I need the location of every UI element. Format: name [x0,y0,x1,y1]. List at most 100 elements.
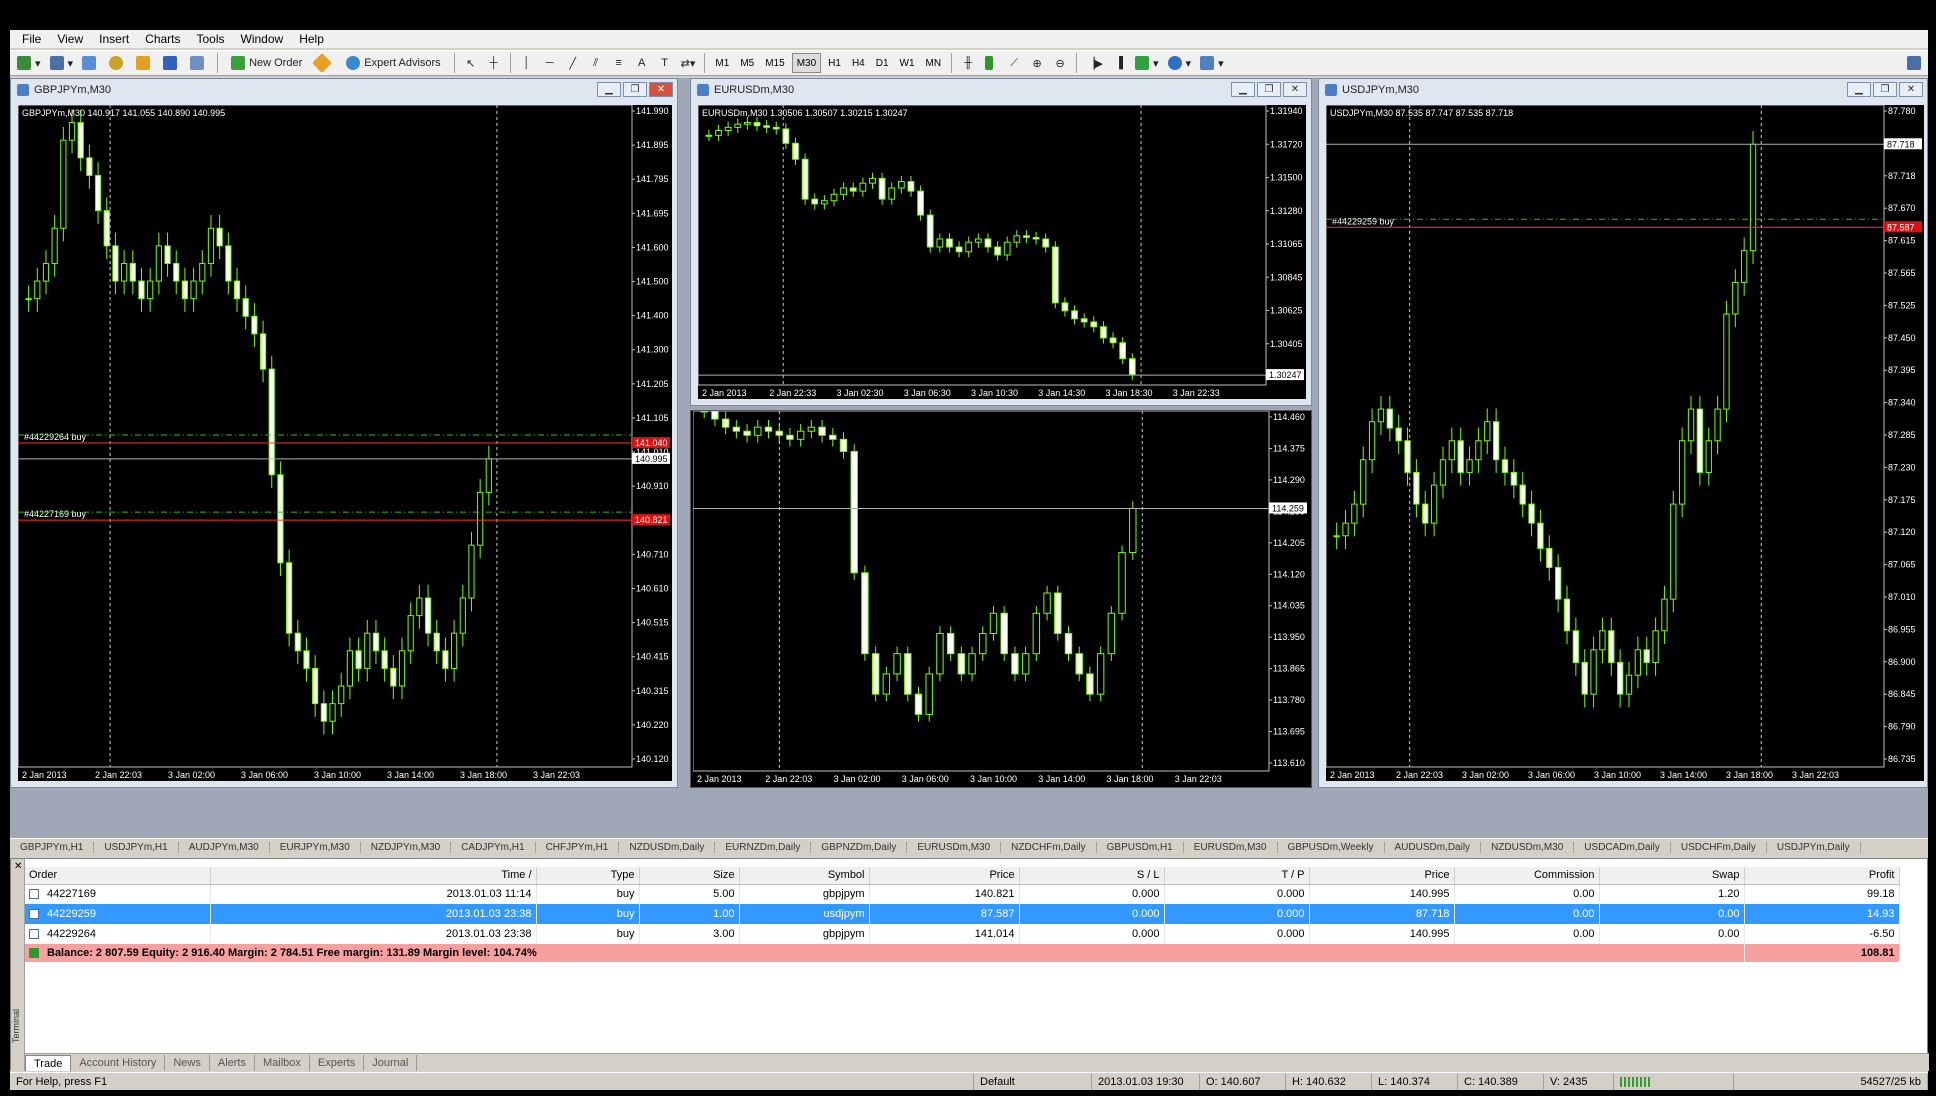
connection-status[interactable] [1614,1073,1734,1090]
chart-tab[interactable]: NZDUSDm,M30 [1481,842,1575,853]
col-order[interactable]: Order [25,867,211,885]
line-chart-icon[interactable]: ⟋ [1004,53,1024,73]
navigator-icon[interactable] [106,53,130,73]
tab-account-history[interactable]: Account History [71,1055,166,1071]
chart-window-usdjpy[interactable]: USDJPYm,M30 ▁❐✕ 87.78087.74087.71887.670… [1318,78,1928,788]
col-type[interactable]: Type [536,867,640,885]
chart-window-gbpjpy[interactable]: GBPJPYm,M30 ▁ ❐ ✕ 141.990 141.895 141.795 141… [10,78,678,788]
col-profit[interactable]: Profit [1744,867,1900,885]
col-current-price[interactable]: Price [1309,867,1455,885]
chart-tab[interactable]: CADJPYm,H1 [451,842,536,853]
chart-area-gbpjpy[interactable]: 141.990 141.895 141.795 141.695 141.600 141.5… [18,105,672,781]
chart-tab[interactable]: EURUSDm,M30 [907,842,1002,853]
tab-experts[interactable]: Experts [310,1055,365,1071]
close-button[interactable]: ✕ [1899,82,1923,97]
profiles-icon[interactable]: ▾ [47,53,77,73]
terminal-icon[interactable] [160,53,184,73]
tf-d1[interactable]: D1 [872,53,893,73]
restore-button[interactable]: ❐ [1873,82,1897,97]
close-terminal-icon[interactable]: ✕ [14,861,22,872]
templates-icon[interactable]: ▾ [1197,53,1227,73]
chart-tab[interactable]: USDJPYm,H1 [94,842,179,853]
data-window-icon[interactable] [133,53,157,73]
chart-tab[interactable]: NZDCHFm,Daily [1001,842,1097,853]
close-button[interactable]: ✕ [1283,82,1307,97]
table-row[interactable]: 44229259 2013.01.03 23:38 buy 1.00 usdjpym 87… [25,904,1900,924]
tf-mn[interactable]: MN [922,53,946,73]
chart-window-eurusd[interactable]: EURUSDm,M30 ▁ ❐ ✕ 1.31940 1.31720 1.31500 1.3… [690,78,1312,406]
tf-w1[interactable]: W1 [896,53,919,73]
col-tp[interactable]: T / P [1164,867,1310,885]
col-size[interactable]: Size [639,867,740,885]
tab-news[interactable]: News [165,1055,210,1071]
experts-toggle-icon[interactable] [312,53,336,73]
vertical-line-icon[interactable]: │ [517,53,537,73]
chart-area-usdjpy[interactable]: 87.78087.74087.71887.67087.61587.56587.5… [1326,105,1924,781]
col-symbol[interactable]: Symbol [739,867,870,885]
tf-h1[interactable]: H1 [824,53,845,73]
tab-journal[interactable]: Journal [364,1055,418,1071]
chart-tab[interactable]: EURNZDm,Daily [715,842,812,853]
menu-file[interactable]: File [14,32,49,46]
fibonacci-icon[interactable]: ≡ [609,53,629,73]
chart-tab[interactable]: GBPUSDm,Weekly [1278,842,1385,853]
strategy-tester-icon[interactable] [187,53,211,73]
restore-button[interactable]: ❐ [623,82,647,97]
menu-charts[interactable]: Charts [137,32,188,46]
chart-tab[interactable]: AUDJPYm,M30 [179,842,270,853]
minimize-button[interactable]: ▁ [597,82,621,97]
chart-area-background[interactable]: 114.460 114.375 114.290 114.259 114.205 114.1… [693,411,1309,785]
trendline-icon[interactable]: ╱ [563,53,583,73]
tf-m30[interactable]: M30 [791,53,822,73]
indicators-icon[interactable]: ▾ [1132,53,1162,73]
tf-m15[interactable]: M15 [761,53,788,73]
text-tool-icon[interactable]: A [632,53,652,73]
chart-tab[interactable]: EURJPYm,M30 [270,842,361,853]
chart-window-background[interactable]: 114.460 114.375 114.290 114.259 114.205 114.1… [690,410,1312,788]
notifications-icon[interactable] [1904,53,1928,73]
tab-trade[interactable]: Trade [25,1055,72,1071]
menu-window[interactable]: Window [233,32,292,46]
window-title-bar[interactable]: EURUSDm,M30 ▁ ❐ ✕ [691,79,1311,101]
window-title-bar[interactable]: GBPJPYm,M30 ▁ ❐ ✕ [11,79,677,101]
col-swap[interactable]: Swap [1599,867,1745,885]
periods-icon[interactable]: ▾ [1165,53,1195,73]
tf-m1[interactable]: M1 [711,53,733,73]
chart-tab[interactable]: GBPUSDm,H1 [1097,842,1184,853]
text-label-icon[interactable]: T [655,53,675,73]
col-price[interactable]: Price [869,867,1020,885]
col-commission[interactable]: Commission [1454,867,1600,885]
minimize-button[interactable]: ▁ [1231,82,1255,97]
menu-tools[interactable]: Tools [189,32,233,46]
restore-button[interactable]: ❐ [1257,82,1281,97]
chart-tab[interactable]: AUDUSDm,Daily [1385,842,1482,853]
table-row[interactable]: 44227169 2013.01.03 11:14 buy 5.00 gbpjpym 14… [25,884,1900,904]
channel-icon[interactable]: ⫽ [586,53,606,73]
new-order-button[interactable]: New Order [224,53,309,73]
auto-scroll-icon[interactable]: ▕▶ [1083,53,1106,73]
chart-tab[interactable]: GBPJPYm,H1 [10,842,95,853]
arrows-icon[interactable]: ⇄▾ [678,53,699,73]
minimize-button[interactable]: ▁ [1847,82,1871,97]
window-title-bar[interactable]: USDJPYm,M30 ▁ ❐ ✕ [1319,79,1927,101]
tab-mailbox[interactable]: Mailbox [255,1055,310,1071]
col-time[interactable]: Time / [210,867,537,885]
col-sl[interactable]: S / L [1019,867,1165,885]
tf-m5[interactable]: M5 [736,53,758,73]
market-watch-icon[interactable] [79,53,103,73]
table-row[interactable]: 44229264 2013.01.03 23:38 buy 3.00 gbpjpym 14… [25,924,1900,944]
chart-tab[interactable]: NZDJPYm,M30 [361,842,452,853]
crosshair-icon[interactable]: ┼ [484,53,504,73]
chart-tab[interactable]: USDCHFm,Daily [1671,842,1767,853]
bar-chart-icon[interactable]: ╫ [958,53,978,73]
zoom-out-icon[interactable]: ⊖ [1050,53,1070,73]
menu-view[interactable]: View [49,32,91,46]
chart-shift-icon[interactable]: ▐ [1109,53,1129,73]
chart-tab[interactable]: GBPNZDm,Daily [811,842,908,853]
tab-alerts[interactable]: Alerts [210,1055,255,1071]
menu-help[interactable]: Help [291,32,332,46]
new-chart-icon[interactable]: ▾ [14,53,44,73]
zoom-in-icon[interactable]: ⊕ [1027,53,1047,73]
chart-tab[interactable]: USDCADm,Daily [1574,842,1671,853]
tf-h4[interactable]: H4 [848,53,869,73]
